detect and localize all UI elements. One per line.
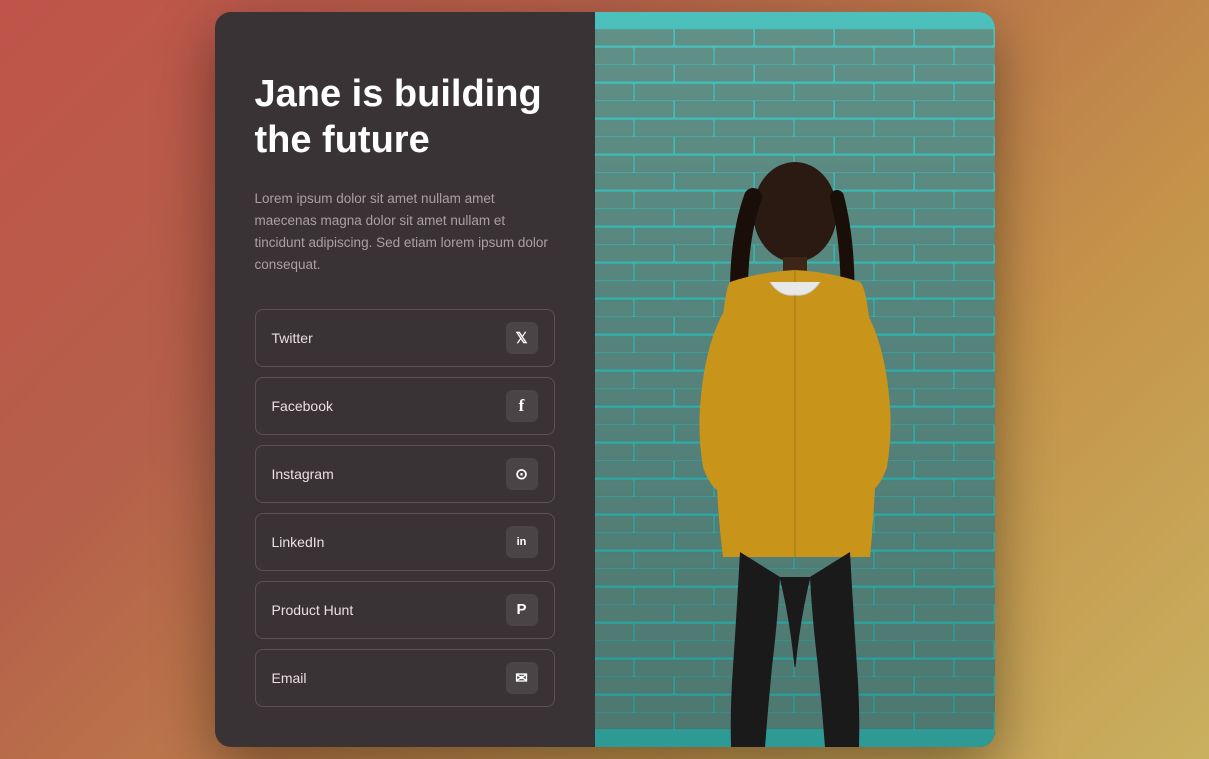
instagram-icon: ⊙	[506, 458, 538, 490]
social-label-email: Email	[272, 670, 307, 686]
linkedin-icon: in	[506, 526, 538, 558]
facebook-icon: f	[506, 390, 538, 422]
left-panel: Jane is building the future Lorem ipsum …	[215, 12, 595, 746]
hero-image	[595, 12, 995, 746]
social-label-instagram: Instagram	[272, 466, 334, 482]
social-label-producthunt: Product Hunt	[272, 602, 354, 618]
profile-card: Jane is building the future Lorem ipsum …	[215, 12, 995, 746]
social-btn-producthunt[interactable]: Product Hunt P	[255, 581, 555, 639]
social-label-twitter: Twitter	[272, 330, 313, 346]
social-btn-twitter[interactable]: Twitter 𝕏	[255, 309, 555, 367]
social-btn-instagram[interactable]: Instagram ⊙	[255, 445, 555, 503]
page-title: Jane is building the future	[255, 72, 555, 163]
social-label-facebook: Facebook	[272, 398, 333, 414]
page-description: Lorem ipsum dolor sit amet nullam amet m…	[255, 188, 555, 277]
social-links-list: Twitter 𝕏 Facebook f Instagram ⊙ LinkedIn in Pro…	[255, 309, 555, 707]
person-silhouette	[665, 127, 925, 747]
producthunt-icon: P	[506, 594, 538, 626]
social-label-linkedin: LinkedIn	[272, 534, 325, 550]
social-btn-linkedin[interactable]: LinkedIn in	[255, 513, 555, 571]
right-panel	[595, 12, 995, 746]
twitter-icon: 𝕏	[506, 322, 538, 354]
social-btn-facebook[interactable]: Facebook f	[255, 377, 555, 435]
email-icon: ✉	[506, 662, 538, 694]
social-btn-email[interactable]: Email ✉	[255, 649, 555, 707]
